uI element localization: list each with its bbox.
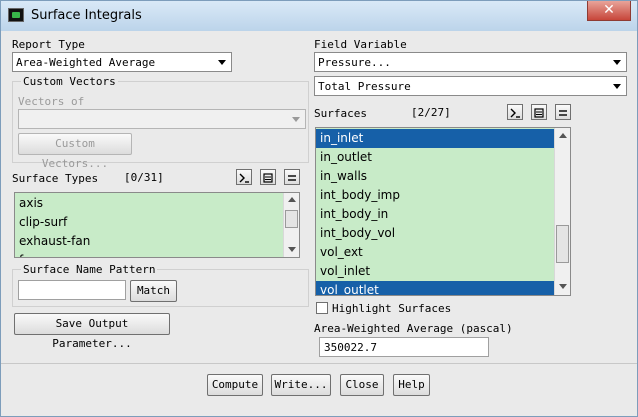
field-variable-dropdown[interactable]: Total Pressure [314, 76, 627, 96]
surface-types-label: Surface Types [12, 172, 99, 185]
dropdown-arrow-icon [613, 84, 621, 89]
window-app-icon [8, 8, 24, 22]
close-icon[interactable]: ✕ [587, 1, 631, 21]
write-button[interactable]: Write... [271, 374, 331, 396]
field-variable-category-dropdown[interactable]: Pressure... [314, 52, 627, 72]
select-all-icon[interactable] [507, 104, 523, 120]
scroll-up-icon[interactable] [559, 133, 567, 138]
surface-list-item[interactable]: int_body_in [320, 205, 388, 224]
surface-list-item[interactable]: vol_outlet [316, 281, 554, 295]
result-label: Area-Weighted Average (pascal) [314, 322, 513, 335]
surface-integrals-dialog: Surface Integrals ✕ Report Type Area-Wei… [0, 0, 638, 417]
surface-types-count: [0/31] [124, 171, 164, 184]
select-all-icon[interactable] [236, 169, 252, 185]
deselect-all-icon[interactable] [260, 169, 276, 185]
highlight-surfaces-label: Highlight Surfaces [332, 302, 452, 315]
surface-list-item[interactable]: vol_inlet [320, 262, 370, 281]
surface-types-list[interactable]: axis clip-surf exhaust-fan f [14, 192, 300, 258]
save-output-parameter-button[interactable]: Save Output Parameter... [14, 313, 170, 350]
list-item[interactable]: clip-surf [19, 213, 67, 232]
surface-name-pattern-label: Surface Name Pattern [21, 263, 158, 276]
dropdown-arrow-icon [613, 60, 621, 65]
close-button[interactable]: Close [340, 374, 384, 396]
scroll-down-icon[interactable] [288, 247, 296, 252]
surface-list-item[interactable]: int_body_vol [320, 224, 395, 243]
field-variable-category-value: Pressure... [318, 56, 391, 69]
scroll-thumb[interactable] [556, 225, 569, 263]
divider [1, 363, 637, 364]
highlight-surfaces-checkbox[interactable] [316, 302, 328, 314]
surface-list-item[interactable]: int_body_imp [320, 186, 400, 205]
deselect-all-icon[interactable] [531, 104, 547, 120]
scroll-thumb[interactable] [285, 210, 298, 228]
vectors-of-label: Vectors of [18, 95, 85, 108]
match-button[interactable]: Match [130, 280, 177, 302]
surface-list-item[interactable]: in_walls [320, 167, 367, 186]
report-type-label: Report Type [12, 38, 85, 51]
report-type-dropdown[interactable]: Area-Weighted Average [12, 52, 232, 72]
surface-types-scrollbar[interactable] [283, 193, 299, 257]
surface-list-item[interactable]: in_inlet [316, 129, 554, 148]
surfaces-scrollbar[interactable] [554, 128, 570, 295]
field-variable-value: Total Pressure [318, 80, 411, 93]
scroll-up-icon[interactable] [288, 197, 296, 202]
surface-list-item[interactable]: in_outlet [320, 148, 372, 167]
result-value-field[interactable]: 350022.7 [319, 337, 489, 357]
report-type-value: Area-Weighted Average [16, 56, 156, 69]
result-value: 350022.7 [324, 341, 377, 354]
field-variable-label: Field Variable [314, 38, 407, 51]
surfaces-list[interactable]: in_inlet in_outlet in_walls int_body_imp int… [315, 127, 571, 296]
dropdown-arrow-icon [218, 60, 226, 65]
surface-list-item[interactable]: vol_ext [320, 243, 363, 262]
vectors-of-dropdown[interactable] [18, 109, 306, 129]
window-title: Surface Integrals [31, 8, 142, 23]
title-bar[interactable]: Surface Integrals ✕ [1, 1, 637, 31]
list-options-icon[interactable] [284, 169, 300, 185]
compute-button[interactable]: Compute [207, 374, 263, 396]
list-options-icon[interactable] [555, 104, 571, 120]
surface-name-pattern-input[interactable] [18, 280, 126, 300]
custom-vectors-button[interactable]: Custom Vectors... [18, 133, 132, 170]
help-button[interactable]: Help [393, 374, 430, 396]
surfaces-count: [2/27] [411, 106, 451, 119]
list-item[interactable]: exhaust-fan [19, 232, 90, 251]
list-item[interactable]: axis [19, 194, 43, 213]
dropdown-arrow-icon [292, 117, 300, 122]
list-item[interactable]: f [19, 251, 23, 257]
custom-vectors-label: Custom Vectors [21, 75, 118, 88]
surfaces-label: Surfaces [314, 107, 367, 120]
scroll-down-icon[interactable] [559, 284, 567, 289]
